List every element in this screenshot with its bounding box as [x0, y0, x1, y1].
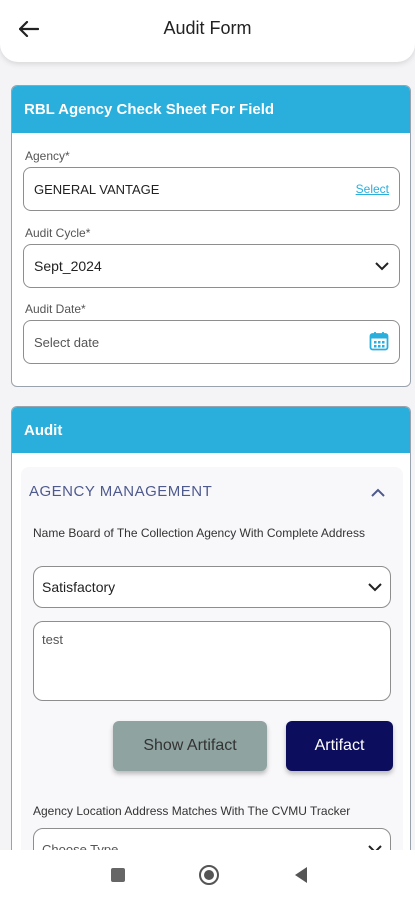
- calendar-icon[interactable]: [369, 331, 389, 354]
- question-2-placeholder: Choose Type: [42, 841, 119, 851]
- agency-field[interactable]: GENERAL VANTAGE Select: [23, 167, 400, 211]
- check-sheet-header: RBL Agency Check Sheet For Field: [12, 86, 410, 133]
- agency-value: GENERAL VANTAGE: [34, 181, 160, 197]
- app-bar: Audit Form: [0, 0, 415, 62]
- section-title: AGENCY MANAGEMENT: [29, 483, 213, 500]
- chevron-down-icon: [375, 259, 389, 274]
- home-circle-icon[interactable]: [198, 864, 220, 886]
- agency-management-section: AGENCY MANAGEMENT Name Board of The Coll…: [21, 467, 403, 850]
- form-scroll-area[interactable]: RBL Agency Check Sheet For Field Agency*…: [0, 62, 415, 850]
- chevron-down-icon: [368, 579, 382, 595]
- page-title: Audit Form: [163, 18, 252, 38]
- question-1-remark[interactable]: test: [33, 621, 391, 701]
- artifact-button[interactable]: Artifact: [286, 721, 393, 771]
- audit-card: Audit AGENCY MANAGEMENT Name Board of Th…: [11, 406, 411, 850]
- chevron-up-icon[interactable]: [371, 483, 391, 503]
- question-2-dropdown[interactable]: Choose Type: [33, 828, 391, 850]
- agency-label: Agency*: [25, 149, 70, 163]
- audit-date-label: Audit Date*: [25, 302, 86, 316]
- question-1-dropdown[interactable]: Satisfactory: [33, 566, 391, 608]
- chevron-down-icon: [368, 841, 382, 850]
- show-artifact-button[interactable]: Show Artifact: [113, 721, 267, 771]
- audit-date-field[interactable]: Select date: [23, 320, 400, 364]
- audit-header: Audit: [12, 407, 410, 453]
- audit-date-placeholder: Select date: [34, 334, 100, 350]
- question-2-text: Agency Location Address Matches With The…: [33, 804, 351, 818]
- audit-cycle-label: Audit Cycle*: [25, 226, 91, 240]
- agency-select-link[interactable]: Select: [356, 182, 389, 196]
- back-triangle-icon[interactable]: [290, 864, 312, 886]
- check-sheet-card: RBL Agency Check Sheet For Field Agency*…: [11, 85, 411, 387]
- recents-square-icon[interactable]: [107, 864, 129, 886]
- question-1-text: Name Board of The Collection Agency With…: [33, 526, 365, 540]
- audit-cycle-dropdown[interactable]: Sept_2024: [23, 244, 400, 288]
- audit-cycle-value: Sept_2024: [34, 258, 102, 274]
- system-nav-bar: [0, 850, 415, 900]
- question-1-value: Satisfactory: [42, 579, 116, 595]
